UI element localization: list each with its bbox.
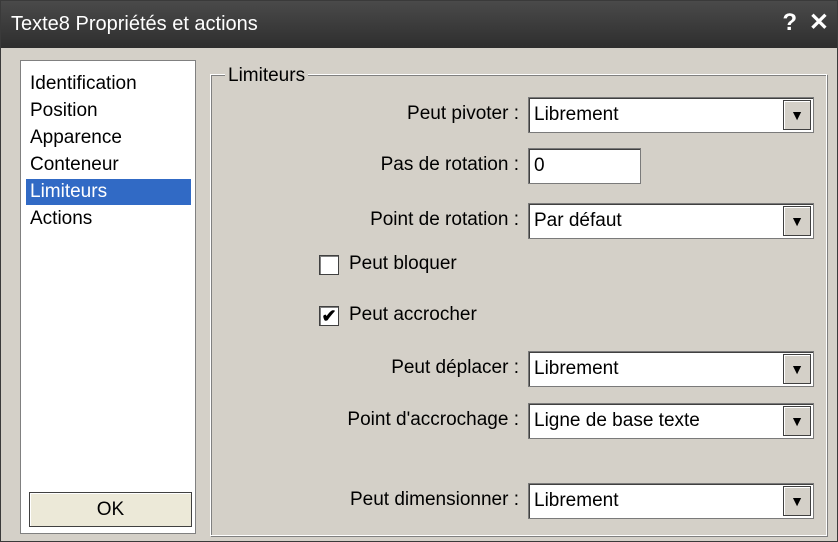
- point-accrochage-value: Ligne de base texte: [534, 410, 700, 431]
- pas-rotation-label: Pas de rotation :: [380, 154, 519, 175]
- limiteurs-group: [210, 74, 827, 536]
- pas-rotation-value: 0: [534, 155, 545, 176]
- peut-deplacer-label: Peut déplacer :: [391, 357, 519, 378]
- peut-deplacer-value: Librement: [534, 358, 619, 379]
- peut-dimensionner-select[interactable]: Librement ▼: [528, 483, 814, 519]
- sidebar-item-conteneur[interactable]: Conteneur: [26, 152, 191, 178]
- point-rotation-value: Par défaut: [534, 210, 622, 231]
- help-button[interactable]: ?: [782, 9, 797, 37]
- dropdown-arrow-icon[interactable]: ▼: [783, 486, 811, 516]
- peut-bloquer-checkbox[interactable]: [319, 255, 339, 275]
- peut-bloquer-label[interactable]: Peut bloquer: [349, 252, 457, 276]
- close-button[interactable]: ✕: [809, 9, 829, 37]
- sidebar-item-position[interactable]: Position: [26, 98, 191, 124]
- checkmark-icon: ✔: [321, 306, 337, 326]
- peut-accrocher-checkbox[interactable]: ✔: [319, 306, 339, 326]
- peut-dimensionner-value: Librement: [534, 490, 619, 511]
- point-rotation-select[interactable]: Par défaut ▼: [528, 203, 814, 239]
- properties-dialog: Texte8 Propriétés et actions ? ✕ Identif…: [0, 0, 838, 542]
- sidebar-item-limiteurs[interactable]: Limiteurs: [26, 179, 191, 205]
- sidebar-item-apparence[interactable]: Apparence: [26, 125, 191, 151]
- peut-pivoter-value: Librement: [534, 104, 619, 125]
- peut-pivoter-select[interactable]: Librement ▼: [528, 97, 814, 133]
- sidebar-item-identification[interactable]: Identification: [26, 71, 191, 97]
- peut-deplacer-select[interactable]: Librement ▼: [528, 351, 814, 387]
- dropdown-arrow-icon[interactable]: ▼: [783, 206, 811, 236]
- peut-dimensionner-label: Peut dimensionner :: [350, 489, 519, 510]
- group-title: Limiteurs: [225, 65, 309, 87]
- dropdown-arrow-icon[interactable]: ▼: [783, 406, 811, 436]
- point-accrochage-label: Point d'accrochage :: [347, 409, 519, 430]
- sidebar-item-actions[interactable]: Actions: [26, 206, 191, 232]
- dropdown-arrow-icon[interactable]: ▼: [783, 354, 811, 384]
- point-accrochage-select[interactable]: Ligne de base texte ▼: [528, 403, 814, 439]
- ok-button[interactable]: OK: [29, 492, 192, 527]
- title-bar[interactable]: Texte8 Propriétés et actions ? ✕: [1, 1, 837, 48]
- peut-accrocher-label[interactable]: Peut accrocher: [349, 303, 477, 327]
- pas-rotation-input[interactable]: 0: [528, 148, 641, 184]
- category-list: Identification Position Apparence Conten…: [20, 60, 196, 534]
- point-rotation-label: Point de rotation :: [370, 209, 519, 230]
- dropdown-arrow-icon[interactable]: ▼: [783, 100, 811, 130]
- window-title: Texte8 Propriétés et actions: [11, 13, 258, 35]
- peut-pivoter-label: Peut pivoter :: [407, 103, 519, 124]
